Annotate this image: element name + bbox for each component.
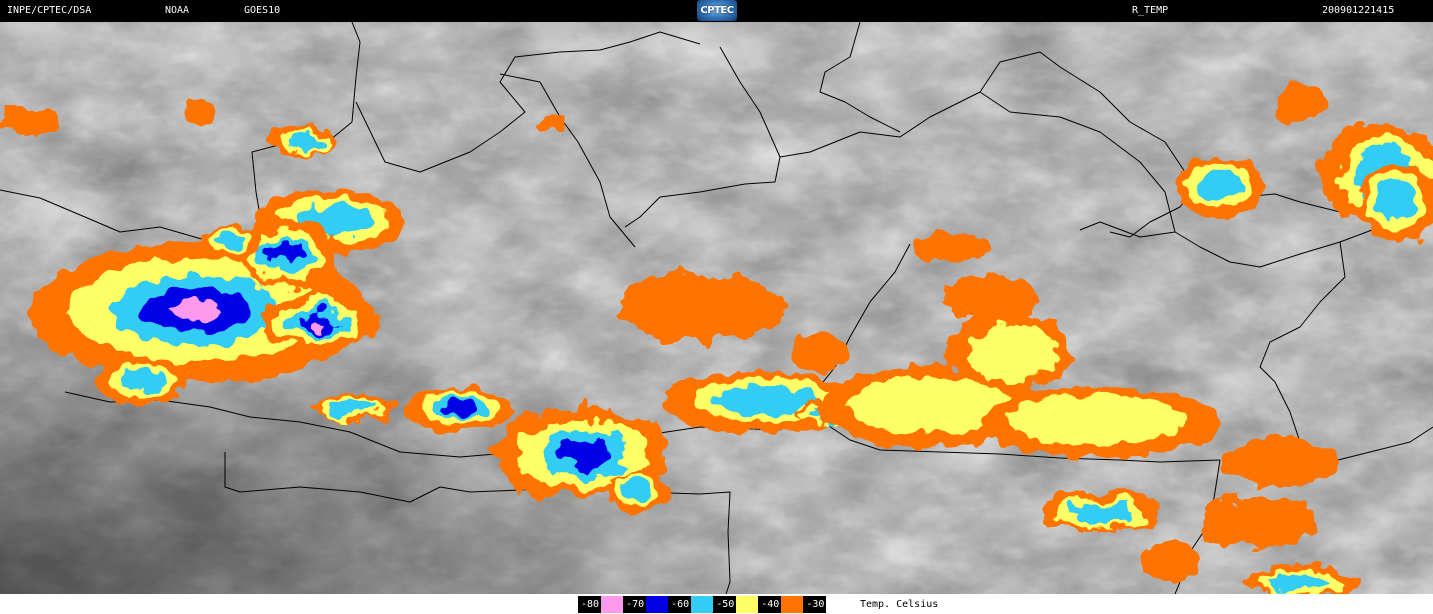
legend-item: -70: [623, 596, 669, 613]
legend-item: -40: [758, 596, 804, 613]
storm-cell: [1275, 82, 1325, 122]
contour-level: [121, 369, 167, 391]
contour-level: [1197, 170, 1243, 200]
storm-cell: [910, 232, 990, 262]
datetime-label: 200901221415: [1322, 5, 1395, 16]
legend-color-swatch: [736, 596, 759, 613]
legend-item-label: -50: [713, 596, 737, 613]
contour-level: [1070, 504, 1130, 524]
contour-level: [620, 272, 780, 342]
cptec-logo-icon: CPTEC: [697, 0, 737, 21]
contour-level: [538, 114, 562, 130]
logo-text: CPTEC: [700, 5, 734, 16]
contour-level: [555, 439, 613, 469]
legend-item: -60: [668, 596, 714, 613]
legend-units-label: Temp. Celsius: [860, 599, 939, 610]
contour-level: [288, 133, 320, 151]
contour-level: [215, 231, 245, 249]
enhanced-ir-image: [0, 22, 1433, 594]
contour-level: [328, 401, 374, 417]
storm-cell: [1200, 497, 1320, 547]
storm-cell: [945, 272, 1035, 322]
legend-item-label: -40: [758, 596, 782, 613]
contour-level: [969, 324, 1059, 384]
legend-item: -50: [713, 596, 759, 613]
storm-cell: [405, 388, 515, 432]
contour-level: [621, 480, 651, 500]
storm-cell: [538, 114, 562, 130]
contour-level: [0, 108, 60, 136]
storm-cell: [200, 224, 260, 260]
storm-cell: [1175, 157, 1265, 217]
storm-cell: [790, 332, 850, 372]
product-label: R_TEMP: [1132, 5, 1169, 16]
organization-label: INPE/CPTEC/DSA: [7, 5, 92, 16]
storm-cell: [0, 108, 60, 136]
contour-level: [1376, 180, 1416, 220]
storm-cell: [620, 272, 780, 342]
satellite-map: [0, 22, 1433, 594]
storm-cell: [1140, 542, 1200, 582]
legend-color-swatch: [601, 596, 624, 613]
storm-cell: [260, 292, 380, 352]
storm-cell: [95, 360, 185, 404]
contour-level: [186, 98, 214, 126]
contour-level: [790, 332, 850, 372]
contour-level: [270, 242, 302, 266]
storm-cell: [610, 472, 670, 512]
legend-scale: -80 -70 -60 -50 -40 -30: [578, 596, 827, 613]
satellite-image-frame: INPE/CPTEC/DSA NOAA GOES10 CPTEC R_TEMP …: [0, 0, 1433, 614]
legend-item: -30: [803, 596, 827, 613]
contour-level: [1220, 437, 1340, 487]
legend-item: -80: [578, 596, 624, 613]
storm-cell: [950, 312, 1070, 392]
contour-level: [442, 400, 478, 416]
contour-level: [311, 319, 329, 329]
storm-cell: [980, 387, 1220, 457]
legend-item-label: -30: [803, 596, 827, 613]
storm-cell: [310, 392, 400, 422]
header-bar: INPE/CPTEC/DSA NOAA GOES10 CPTEC R_TEMP …: [0, 0, 1433, 22]
contour-level: [910, 232, 990, 262]
legend-item-label: -80: [578, 596, 602, 613]
contour-level: [945, 272, 1035, 322]
storm-cell: [1220, 437, 1340, 487]
legend-item-label: -60: [668, 596, 692, 613]
legend-item-label: -70: [623, 596, 647, 613]
storm-cell: [186, 98, 214, 126]
legend-color-swatch: [781, 596, 804, 613]
temperature-legend: -80 -70 -60 -50 -40 -30 Temp. Celsius: [0, 594, 1433, 614]
satellite-label: GOES10: [244, 5, 281, 16]
storm-cell: [1040, 492, 1160, 532]
legend-color-swatch: [646, 596, 669, 613]
agency-label: NOAA: [165, 5, 190, 16]
contour-level: [1200, 497, 1320, 547]
contour-level: [1140, 542, 1200, 582]
storm-cell: [268, 122, 332, 158]
contour-level: [170, 299, 222, 321]
contour-level: [1007, 394, 1185, 446]
legend-color-swatch: [691, 596, 714, 613]
contour-level: [1275, 82, 1325, 122]
contour-level: [1268, 575, 1324, 593]
storm-cell: [240, 217, 340, 287]
